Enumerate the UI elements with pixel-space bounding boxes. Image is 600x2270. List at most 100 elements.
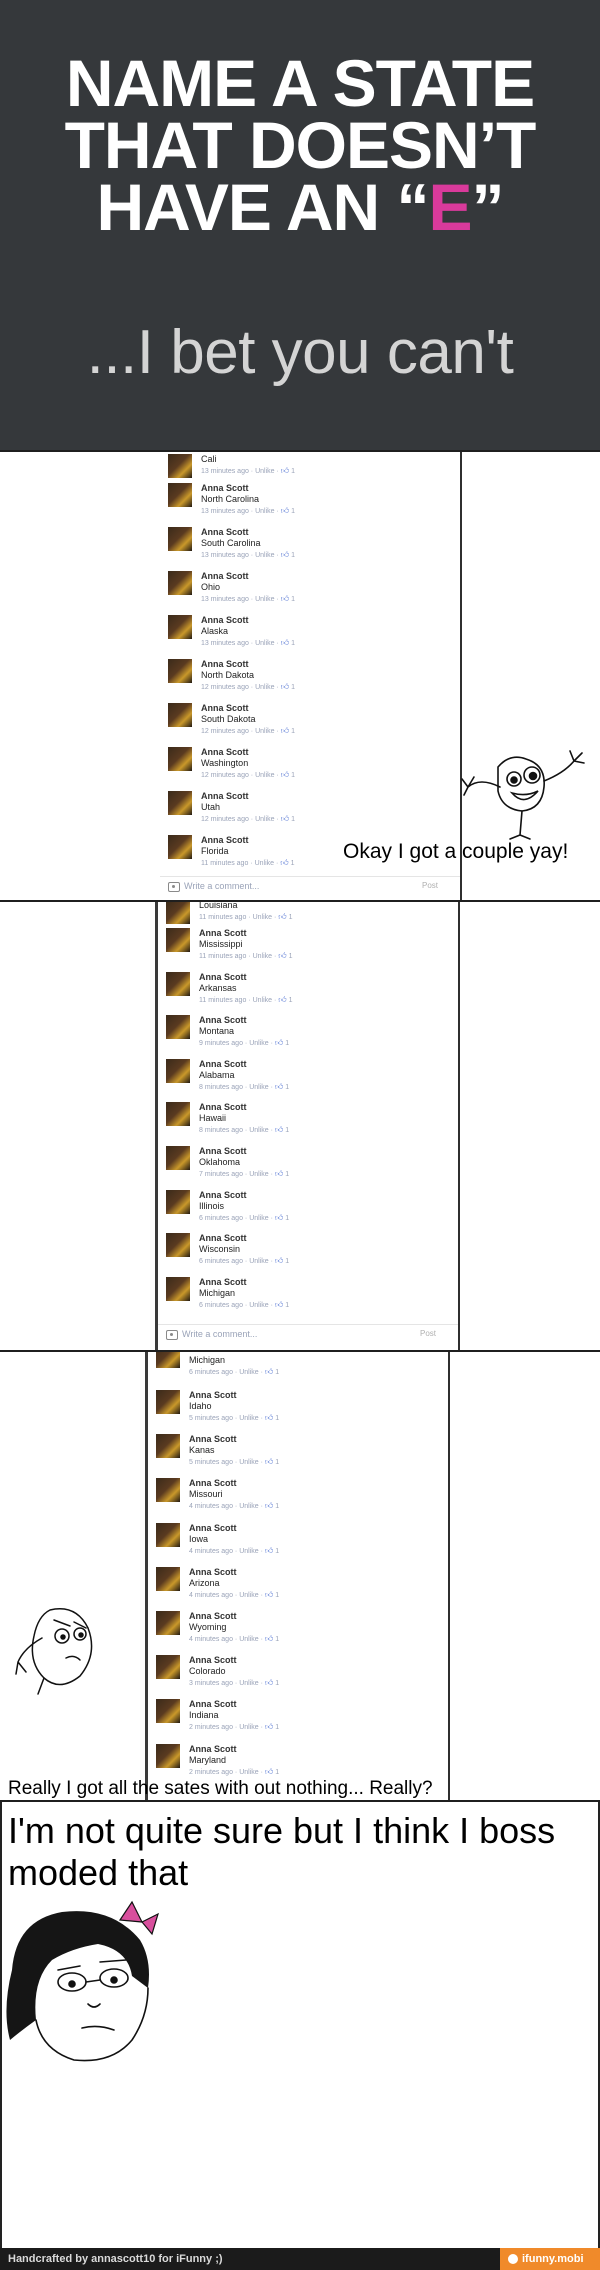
commenter-avatar[interactable] <box>166 1015 190 1040</box>
commenter-avatar[interactable] <box>168 791 192 815</box>
comment-author[interactable]: Anna Scott <box>201 615 249 626</box>
comment-author[interactable]: Anna Scott <box>189 1567 237 1578</box>
commenter-avatar[interactable] <box>166 1233 190 1258</box>
comment-meta: 11 minutes ago · Unlike · 👍︎ 1 <box>201 858 295 867</box>
commenter-avatar[interactable] <box>168 747 192 771</box>
comment-author[interactable]: Anna Scott <box>201 703 249 714</box>
caption-really: Really I got all the sates with out noth… <box>8 1778 433 1799</box>
commenter-avatar[interactable] <box>166 1058 190 1083</box>
comment-meta: 3 minutes ago · Unlike · 👍︎ 1 <box>189 1678 280 1688</box>
commenter-avatar[interactable] <box>168 483 192 507</box>
comment-author[interactable]: Anna Scott <box>189 1655 237 1666</box>
comment-feed: Cali 13 minutes ago · Unlike · 👍︎ 1 Anna S… <box>160 452 462 900</box>
comment-item: Anna Scott South Dakota 12 minutes ago · U… <box>168 703 468 747</box>
ifunny-brand-link[interactable]: ifunny.mobi <box>500 2248 600 2270</box>
comment-author[interactable]: Anna Scott <box>201 659 249 670</box>
comment-text: Hawaii <box>199 1113 227 1124</box>
commenter-avatar[interactable] <box>166 1102 190 1127</box>
comment-author[interactable]: Anna Scott <box>201 791 249 802</box>
comment-author[interactable]: Anna Scott <box>189 1478 237 1489</box>
comment-author[interactable]: Anna Scott <box>199 1015 247 1026</box>
title-line-2: THAT DOESN’T <box>64 108 537 182</box>
comment-text: Indiana <box>189 1710 219 1721</box>
comment-meta: 5 minutes ago · Unlike · 👍︎ 1 <box>189 1457 280 1467</box>
thumbs-up-icon: 👍︎ <box>264 1545 274 1555</box>
comment-text: Colorado <box>189 1666 226 1677</box>
thumbs-up-icon: 👍︎ <box>280 466 290 475</box>
camera-icon[interactable] <box>166 1330 178 1340</box>
commenter-avatar[interactable] <box>156 1699 180 1724</box>
commenter-avatar[interactable] <box>168 615 192 639</box>
comment-author[interactable]: Anna Scott <box>189 1434 237 1445</box>
commenter-avatar[interactable] <box>156 1522 180 1547</box>
comment-text: Maryland <box>189 1754 227 1765</box>
comment-meta: 12 minutes ago · Unlike · 👍︎ 1 <box>201 726 295 735</box>
comment-item: Anna Scott Washington 12 minutes ago · Unl… <box>168 747 468 791</box>
comment-author[interactable]: Anna Scott <box>199 1059 247 1070</box>
camera-icon[interactable] <box>168 882 180 892</box>
comment-author[interactable]: Anna Scott <box>199 972 247 983</box>
comment-author[interactable]: Anna Scott <box>199 1102 247 1113</box>
title-panel: NAME A STATE THAT DOESN’T HAVE AN “E” ..… <box>0 0 600 450</box>
commenter-avatar[interactable] <box>168 835 192 859</box>
comment-feed: Louisiana 11 minutes ago · Unlike · 👍︎ 1A… <box>155 902 460 1350</box>
title-line-3-suffix: ” <box>471 170 505 244</box>
comment-author[interactable]: Anna Scott <box>199 1277 247 1288</box>
comment-author[interactable]: Anna Scott <box>199 928 247 939</box>
commenter-avatar[interactable] <box>156 1655 180 1680</box>
comment-author[interactable]: Anna Scott <box>201 747 249 758</box>
commenter-avatar[interactable] <box>168 659 192 683</box>
footer-bar: Handcrafted by annascott10 for iFunny ;)… <box>0 2248 600 2270</box>
comment-meta: 13 minutes ago · Unlike · 👍︎ 1 <box>201 638 295 647</box>
comment-author[interactable]: Anna Scott <box>189 1744 237 1755</box>
comment-author[interactable]: Anna Scott <box>201 835 249 846</box>
comment-author[interactable]: Anna Scott <box>201 483 249 494</box>
commenter-avatar[interactable] <box>156 1743 180 1768</box>
comment-author[interactable]: Anna Scott <box>201 571 249 582</box>
comment-item: Anna Scott Wisconsin 6 minutes ago · Unlik… <box>166 1233 466 1277</box>
comment-text: Iowa <box>189 1533 209 1544</box>
commenter-avatar[interactable] <box>166 1276 190 1301</box>
thumbs-up-icon: 👍︎ <box>264 1367 274 1376</box>
commenter-avatar[interactable] <box>168 571 192 595</box>
comment-author[interactable]: Anna Scott <box>201 527 249 538</box>
commenter-avatar[interactable] <box>156 1611 180 1635</box>
comment-author[interactable]: Anna Scott <box>199 1146 247 1157</box>
comment-meta: 6 minutes ago · Unlike · 👍︎ 1 <box>189 1367 280 1376</box>
commenter-avatar[interactable] <box>168 454 192 478</box>
comment-meta: 12 minutes ago · Unlike · 👍︎ 1 <box>201 682 295 691</box>
commenter-avatar[interactable] <box>156 1390 180 1414</box>
commenter-avatar[interactable] <box>156 1478 180 1503</box>
comment-text: South Carolina <box>201 538 261 548</box>
commenter-avatar[interactable] <box>156 1352 180 1368</box>
post-button[interactable]: Post <box>422 879 438 893</box>
comment-author[interactable]: Anna Scott <box>189 1523 237 1534</box>
comments-panel-3: Anna Scott Michigan 6 minutes ago · Unlike… <box>0 1352 600 1800</box>
comment-input[interactable]: Write a comment... <box>182 1327 372 1341</box>
commenter-avatar[interactable] <box>166 971 190 996</box>
thumbs-up-icon: 👍︎ <box>280 594 290 603</box>
comment-author[interactable]: Anna Scott <box>189 1699 237 1710</box>
thumbs-up-icon: 👍︎ <box>278 951 287 960</box>
comment-author[interactable]: Anna Scott <box>199 1190 247 1201</box>
comment-author[interactable]: Anna Scott <box>189 1611 237 1622</box>
commenter-avatar[interactable] <box>168 527 192 551</box>
post-button[interactable]: Post <box>420 1327 436 1341</box>
ifunny-brand-label: ifunny.mobi <box>522 2253 584 2265</box>
commenter-avatar[interactable] <box>168 703 192 727</box>
commenter-avatar[interactable] <box>156 1566 180 1591</box>
commenter-avatar[interactable] <box>156 1434 180 1459</box>
comment-text: Wisconsin <box>199 1244 241 1255</box>
footer-credit: Handcrafted by annascott10 for iFunny ;) <box>8 2253 223 2265</box>
commenter-avatar[interactable] <box>166 1189 190 1214</box>
comment-text: Cali <box>201 454 217 464</box>
comment-author[interactable]: Anna Scott <box>189 1390 237 1401</box>
comment-text: Alabama <box>199 1069 235 1080</box>
commenter-avatar[interactable] <box>166 928 190 952</box>
comment-author[interactable]: Anna Scott <box>199 1233 247 1244</box>
comment-item: Anna Scott Alabama 8 minutes ago · Unlike … <box>166 1058 466 1103</box>
comment-input[interactable]: Write a comment... <box>184 879 374 893</box>
commenter-avatar[interactable] <box>166 1146 190 1170</box>
commenter-avatar[interactable] <box>166 902 190 924</box>
thumbs-up-icon: 👍︎ <box>264 1634 274 1643</box>
